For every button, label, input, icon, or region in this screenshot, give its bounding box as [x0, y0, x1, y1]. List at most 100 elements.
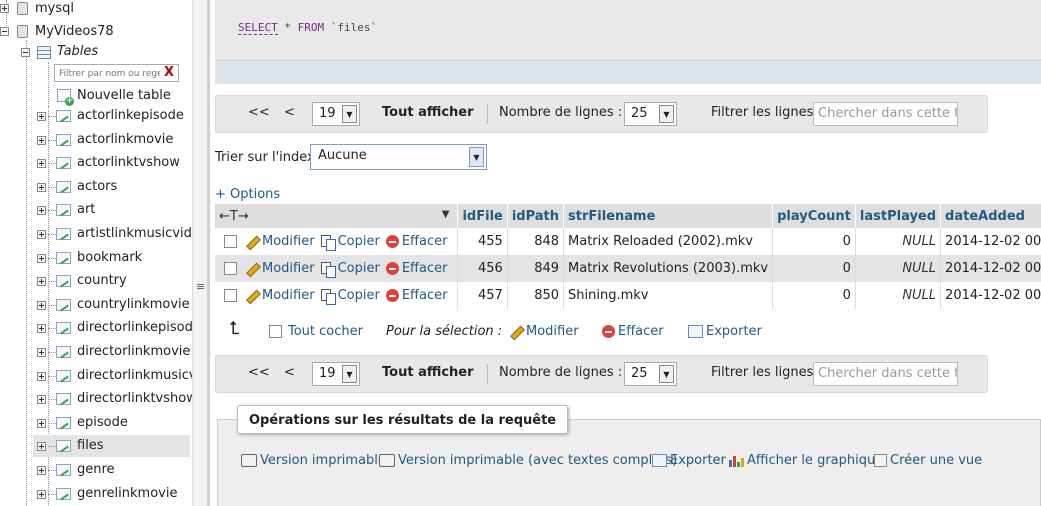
- expand-table-icon[interactable]: [37, 490, 46, 499]
- expand-table-icon[interactable]: [37, 395, 46, 404]
- sidebar-item-label[interactable]: actorlinkepisode: [77, 108, 184, 123]
- expand-table-icon[interactable]: [37, 254, 46, 263]
- sidebar-item-label[interactable]: bookmark: [77, 250, 142, 265]
- cell-playcount[interactable]: 0: [772, 255, 856, 282]
- sidebar-item-label[interactable]: actorlinkmovie: [77, 132, 173, 147]
- row-checkbox[interactable]: [224, 235, 237, 248]
- sidebar-item-label[interactable]: actorlinktvshow: [77, 155, 180, 170]
- expand-table-icon[interactable]: [37, 466, 46, 475]
- copy-row-button[interactable]: Copier: [320, 234, 380, 251]
- delete-row-button[interactable]: Effacer: [385, 234, 447, 249]
- db-mysql[interactable]: mysql: [35, 1, 74, 16]
- check-all-link[interactable]: Tout cocher: [288, 324, 363, 339]
- table-filter-input[interactable]: [55, 66, 160, 82]
- cell-strfilename[interactable]: Shining.mkv: [563, 282, 774, 309]
- cell-playcount[interactable]: 0: [772, 228, 856, 255]
- cell-dateadded[interactable]: 2014-12-02 00:05:03: [940, 282, 1041, 309]
- sidebar-item-label[interactable]: directorlinkepisode: [77, 320, 192, 335]
- show-all-button[interactable]: Tout afficher: [382, 105, 474, 120]
- header-playcount[interactable]: playCount: [772, 204, 856, 228]
- collapse-myvideos-icon[interactable]: [0, 27, 9, 36]
- expand-table-icon[interactable]: [37, 183, 46, 192]
- sidebar-item-label[interactable]: genre: [77, 462, 115, 477]
- cell-dateadded[interactable]: 2014-12-02 00:04:45: [940, 228, 1041, 255]
- expand-table-icon[interactable]: [37, 112, 46, 121]
- cell-idfile[interactable]: 457: [457, 282, 508, 309]
- row-checkbox[interactable]: [224, 262, 237, 275]
- new-table-link[interactable]: Nouvelle table: [77, 88, 171, 103]
- sidebar-item-label[interactable]: directorlinktvshow: [77, 391, 192, 406]
- collapse-tables-icon[interactable]: [21, 48, 30, 57]
- header-lastplayed[interactable]: lastPlayed: [855, 204, 942, 228]
- bulk-edit-button[interactable]: Modifier: [509, 324, 579, 339]
- expand-mysql-icon[interactable]: [0, 4, 9, 13]
- first-page-button[interactable]: <<: [248, 365, 270, 380]
- row-checkbox[interactable]: [224, 289, 237, 302]
- options-link[interactable]: + Options: [215, 187, 280, 202]
- expand-table-icon[interactable]: [37, 159, 46, 168]
- expand-table-icon[interactable]: [37, 230, 46, 239]
- cell-strfilename[interactable]: Matrix Revolutions (2003).mkv: [563, 255, 774, 282]
- expand-table-icon[interactable]: [37, 301, 46, 310]
- sort-index-select[interactable]: Aucune ▼: [310, 144, 487, 170]
- page-select[interactable]: 19 ▼: [312, 362, 360, 386]
- cell-idfile[interactable]: 456: [457, 255, 508, 282]
- display-chart-link[interactable]: Afficher le graphique: [729, 453, 883, 468]
- tables-group-label[interactable]: Tables: [57, 44, 98, 59]
- sidebar-item-label[interactable]: genrelinkmovie: [77, 486, 177, 501]
- clear-filter-icon[interactable]: X: [164, 65, 174, 81]
- edit-row-button[interactable]: Modifier: [245, 234, 315, 249]
- expand-table-icon[interactable]: [37, 136, 46, 145]
- first-page-button[interactable]: <<: [248, 105, 270, 120]
- delete-row-button[interactable]: Effacer: [385, 288, 447, 303]
- column-arrows-icon[interactable]: ←T→: [219, 209, 249, 224]
- expand-table-icon[interactable]: [37, 442, 46, 451]
- cell-idpath[interactable]: 848: [507, 228, 565, 255]
- header-dateadded[interactable]: dateAdded: [940, 204, 1041, 228]
- print-view-full-link[interactable]: Version imprimable (avec textes complets…: [379, 453, 677, 468]
- panel-splitter[interactable]: ≡: [192, 0, 210, 506]
- sidebar-item-label[interactable]: directorlinkmusicvideo: [77, 368, 192, 383]
- sidebar-item-label[interactable]: countrylinkmovie: [77, 297, 190, 312]
- create-view-link[interactable]: Créer une vue: [874, 453, 982, 468]
- rows-count-select[interactable]: 25 ▼: [624, 362, 677, 386]
- cell-lastplayed[interactable]: NULL: [855, 228, 942, 255]
- sql-keyword-select[interactable]: SELECT: [238, 21, 278, 35]
- header-idfile[interactable]: idFile: [457, 204, 508, 228]
- cell-lastplayed[interactable]: NULL: [855, 282, 942, 309]
- prev-page-button[interactable]: <: [284, 105, 295, 120]
- db-myvideos78[interactable]: MyVideos78: [35, 24, 114, 39]
- sidebar-item-label[interactable]: country: [77, 273, 127, 288]
- cell-dateadded[interactable]: 2014-12-02 00:04:53: [940, 255, 1041, 282]
- page-select[interactable]: 19 ▼: [312, 102, 360, 126]
- export-link[interactable]: Exporter: [652, 453, 726, 468]
- sidebar-item-label[interactable]: actors: [77, 179, 117, 194]
- cell-playcount[interactable]: 0: [772, 282, 856, 309]
- cell-lastplayed[interactable]: NULL: [855, 255, 942, 282]
- header-strfilename[interactable]: strFilename: [563, 204, 774, 228]
- filter-rows-input[interactable]: Chercher dans cette table: [813, 362, 958, 386]
- expand-table-icon[interactable]: [37, 206, 46, 215]
- expand-table-icon[interactable]: [37, 419, 46, 428]
- filter-rows-input[interactable]: Chercher dans cette table: [813, 102, 958, 126]
- sidebar-item-label[interactable]: artistlinkmusicvideo: [77, 226, 192, 241]
- show-all-button[interactable]: Tout afficher: [382, 365, 474, 380]
- sidebar-item-label[interactable]: art: [77, 202, 95, 217]
- copy-row-button[interactable]: Copier: [320, 261, 380, 278]
- header-idpath[interactable]: idPath: [507, 204, 565, 228]
- expand-table-icon[interactable]: [37, 348, 46, 357]
- bulk-export-button[interactable]: Exporter: [688, 324, 762, 339]
- delete-row-button[interactable]: Effacer: [385, 261, 447, 276]
- expand-table-icon[interactable]: [37, 372, 46, 381]
- bulk-delete-button[interactable]: Effacer: [602, 324, 664, 339]
- prev-page-button[interactable]: <: [284, 365, 295, 380]
- cell-strfilename[interactable]: Matrix Reloaded (2002).mkv: [563, 228, 774, 255]
- column-menu-icon[interactable]: ▼: [442, 209, 450, 220]
- splitter-grip-icon[interactable]: ≡: [196, 280, 205, 293]
- expand-table-icon[interactable]: [37, 277, 46, 286]
- rows-count-select[interactable]: 25 ▼: [624, 102, 677, 126]
- sidebar-item-label[interactable]: directorlinkmovie: [77, 344, 190, 359]
- cell-idfile[interactable]: 455: [457, 228, 508, 255]
- edit-row-button[interactable]: Modifier: [245, 288, 315, 303]
- cell-idpath[interactable]: 850: [507, 282, 565, 309]
